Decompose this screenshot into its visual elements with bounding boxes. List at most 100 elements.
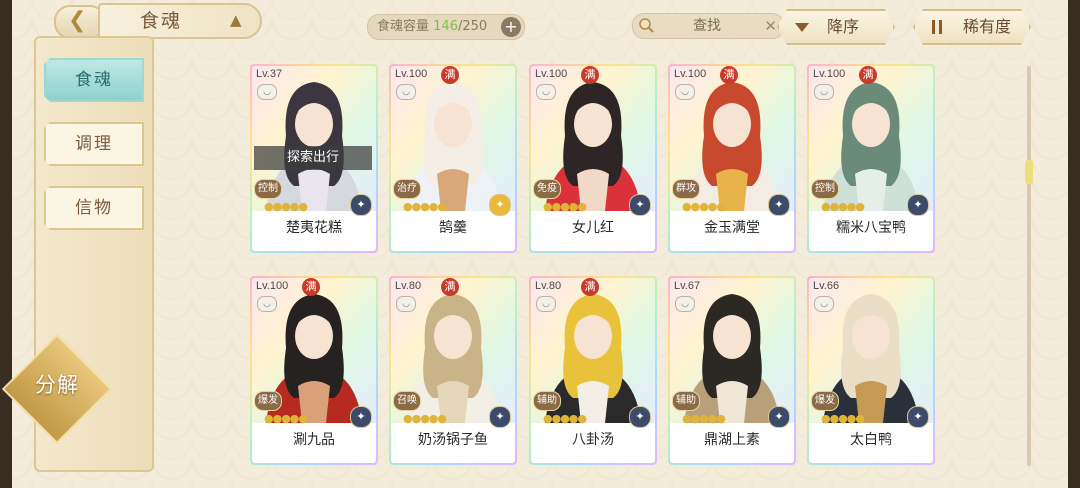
sort-by-label: 稀有度 xyxy=(963,17,1012,36)
character-card[interactable]: Lv.100 满 ◡ 群攻 ●●●●● ✦ 金玉满堂 xyxy=(668,64,796,253)
character-card[interactable]: Lv.80 满 ◡ 辅助 ●●●●● ✦ 八卦汤 xyxy=(529,276,657,465)
card-body: Lv.100 满 ◡ 爆发 ●●●●● ✦ 涮九品 xyxy=(252,278,376,463)
bowl-icon: ◡ xyxy=(257,296,277,312)
character-card[interactable]: Lv.66 ◡ 爆发 ●●●●● ✦ 太白鸭 xyxy=(807,276,935,465)
game-screen: ❮ 食魂 ▲ 食魂容量 146/250 + 查找 ✕ 降序 稀有度 食魂 调理 … xyxy=(0,0,1080,488)
tab-keepsake[interactable]: 信物 xyxy=(44,186,144,230)
level-label: Lv.37 xyxy=(256,68,283,80)
character-card[interactable]: Lv.100 满 ◡ 爆发 ●●●●● ✦ 涮九品 xyxy=(250,276,378,465)
star-rating: ●●●●● xyxy=(403,412,447,425)
capacity-counter: 食魂容量 146/250 + xyxy=(367,14,525,40)
level-label: Lv.100 xyxy=(674,68,707,80)
bowl-icon: ◡ xyxy=(675,84,695,100)
role-badge: 治疗 xyxy=(393,179,421,199)
card-body: Lv.37 ◡ 探索出行 控制 ●●●●● ✦ 楚夷花糕 xyxy=(252,66,376,251)
sort-order-button[interactable]: 降序 xyxy=(777,9,895,45)
character-name: 涮九品 xyxy=(293,432,335,448)
character-name: 女儿红 xyxy=(572,220,614,236)
bowl-icon: ◡ xyxy=(814,296,834,312)
sort-order-label: 降序 xyxy=(827,17,860,36)
character-card[interactable]: Lv.80 满 ◡ 召唤 ●●●●● ✦ 奶汤锅子鱼 xyxy=(389,276,517,465)
expand-capacity-button[interactable]: + xyxy=(501,17,521,37)
tab-conditioning-label: 调理 xyxy=(75,134,113,154)
card-body: Lv.66 ◡ 爆发 ●●●●● ✦ 太白鸭 xyxy=(809,278,933,463)
max-level-badge: 满 xyxy=(581,278,599,296)
character-card[interactable]: Lv.67 ◡ 辅助 ●●●●● ✦ 鼎湖上素 xyxy=(668,276,796,465)
card-body: Lv.100 满 ◡ 群攻 ●●●●● ✦ 金玉满堂 xyxy=(670,66,794,251)
character-card[interactable]: Lv.100 满 ◡ 治疗 ●●●●● ✦ 鹄羹 xyxy=(389,64,517,253)
chevron-down-icon xyxy=(793,18,811,36)
level-label: Lv.66 xyxy=(813,280,840,292)
character-name: 鹄羹 xyxy=(439,220,467,236)
character-name: 金玉满堂 xyxy=(704,220,760,236)
element-emblem-icon: ✦ xyxy=(629,406,651,428)
top-bar: ❮ 食魂 ▲ 食魂容量 146/250 + 查找 ✕ xyxy=(12,0,1068,46)
role-badge: 控制 xyxy=(811,179,839,199)
star-rating: ●●●●● xyxy=(821,412,865,425)
character-card[interactable]: Lv.100 满 ◡ 免疫 ●●●●● ✦ 女儿红 xyxy=(529,64,657,253)
bowl-icon: ◡ xyxy=(814,84,834,100)
card-body: Lv.100 满 ◡ 控制 ●●●●● ✦ 糯米八宝鸭 xyxy=(809,66,933,251)
level-label: Lv.100 xyxy=(813,68,846,80)
sort-by-button[interactable]: 稀有度 xyxy=(913,9,1031,45)
star-rating: ●●●●● xyxy=(543,200,587,213)
character-name: 鼎湖上素 xyxy=(704,432,760,448)
role-badge: 辅助 xyxy=(672,391,700,411)
role-badge: 辅助 xyxy=(533,391,561,411)
element-emblem-icon: ✦ xyxy=(907,406,929,428)
star-rating: ●●●●● xyxy=(264,412,308,425)
max-level-badge: 满 xyxy=(720,66,738,84)
character-card[interactable]: Lv.37 ◡ 探索出行 控制 ●●●●● ✦ 楚夷花糕 xyxy=(250,64,378,253)
star-rating: ●●●●● xyxy=(682,200,726,213)
search-box[interactable]: 查找 ✕ xyxy=(632,13,784,39)
character-name: 奶汤锅子鱼 xyxy=(418,432,488,448)
character-card[interactable]: Lv.100 满 ◡ 控制 ●●●●● ✦ 糯米八宝鸭 xyxy=(807,64,935,253)
capacity-label: 食魂容量 xyxy=(377,19,430,34)
capacity-max: 250 xyxy=(462,19,488,34)
role-badge: 免疫 xyxy=(533,179,561,199)
search-icon xyxy=(639,18,654,33)
element-emblem-icon: ✦ xyxy=(350,406,372,428)
max-level-badge: 满 xyxy=(581,66,599,84)
character-name: 糯米八宝鸭 xyxy=(836,220,906,236)
tab-conditioning[interactable]: 调理 xyxy=(44,122,144,166)
scrollbar-thumb[interactable] xyxy=(1025,160,1033,184)
card-body: Lv.100 满 ◡ 免疫 ●●●●● ✦ 女儿红 xyxy=(531,66,655,251)
back-arrow-icon: ❮ xyxy=(68,8,87,33)
screen-bezel-right xyxy=(1068,0,1080,488)
decompose-label: 分解 xyxy=(35,373,79,397)
level-label: Lv.100 xyxy=(256,280,289,292)
element-emblem-icon: ✦ xyxy=(768,194,790,216)
bowl-icon: ◡ xyxy=(257,84,277,100)
tab-keepsake-label: 信物 xyxy=(75,198,113,218)
screen-bezel-left xyxy=(0,0,12,488)
card-grid: Lv.37 ◡ 探索出行 控制 ●●●●● ✦ 楚夷花糕 Lv.100 满 ◡ 治疗 ●●●●● ✦ 鹄羹… xyxy=(250,64,940,468)
star-rating: ●●●●● xyxy=(403,200,447,213)
character-name: 太白鸭 xyxy=(850,432,892,448)
level-label: Lv.80 xyxy=(535,280,562,292)
max-level-badge: 满 xyxy=(441,278,459,296)
role-badge: 召唤 xyxy=(393,391,421,411)
clear-search-icon[interactable]: ✕ xyxy=(764,14,777,38)
element-emblem-icon: ✦ xyxy=(350,194,372,216)
tab-soul[interactable]: 食魂 xyxy=(44,58,144,102)
capacity-current: 146 xyxy=(433,19,458,34)
element-emblem-icon: ✦ xyxy=(907,194,929,216)
star-rating: ●●●●● xyxy=(264,200,308,213)
level-label: Lv.100 xyxy=(395,68,428,80)
card-body: Lv.80 满 ◡ 辅助 ●●●●● ✦ 八卦汤 xyxy=(531,278,655,463)
card-body: Lv.100 满 ◡ 治疗 ●●●●● ✦ 鹄羹 xyxy=(391,66,515,251)
page-title: 食魂 xyxy=(140,10,183,32)
sort-switch-icon xyxy=(929,18,947,36)
scrollbar-track[interactable] xyxy=(1027,66,1031,466)
max-level-badge: 满 xyxy=(859,66,877,84)
bowl-icon: ◡ xyxy=(536,84,556,100)
role-badge: 控制 xyxy=(254,179,282,199)
star-rating: ●●●●● xyxy=(821,200,865,213)
status-overlay: 探索出行 xyxy=(254,146,372,170)
card-body: Lv.67 ◡ 辅助 ●●●●● ✦ 鼎湖上素 xyxy=(670,278,794,463)
search-input[interactable]: 查找 xyxy=(693,14,721,38)
star-rating: ●●●●● xyxy=(682,412,726,425)
level-label: Lv.80 xyxy=(395,280,422,292)
card-body: Lv.80 满 ◡ 召唤 ●●●●● ✦ 奶汤锅子鱼 xyxy=(391,278,515,463)
